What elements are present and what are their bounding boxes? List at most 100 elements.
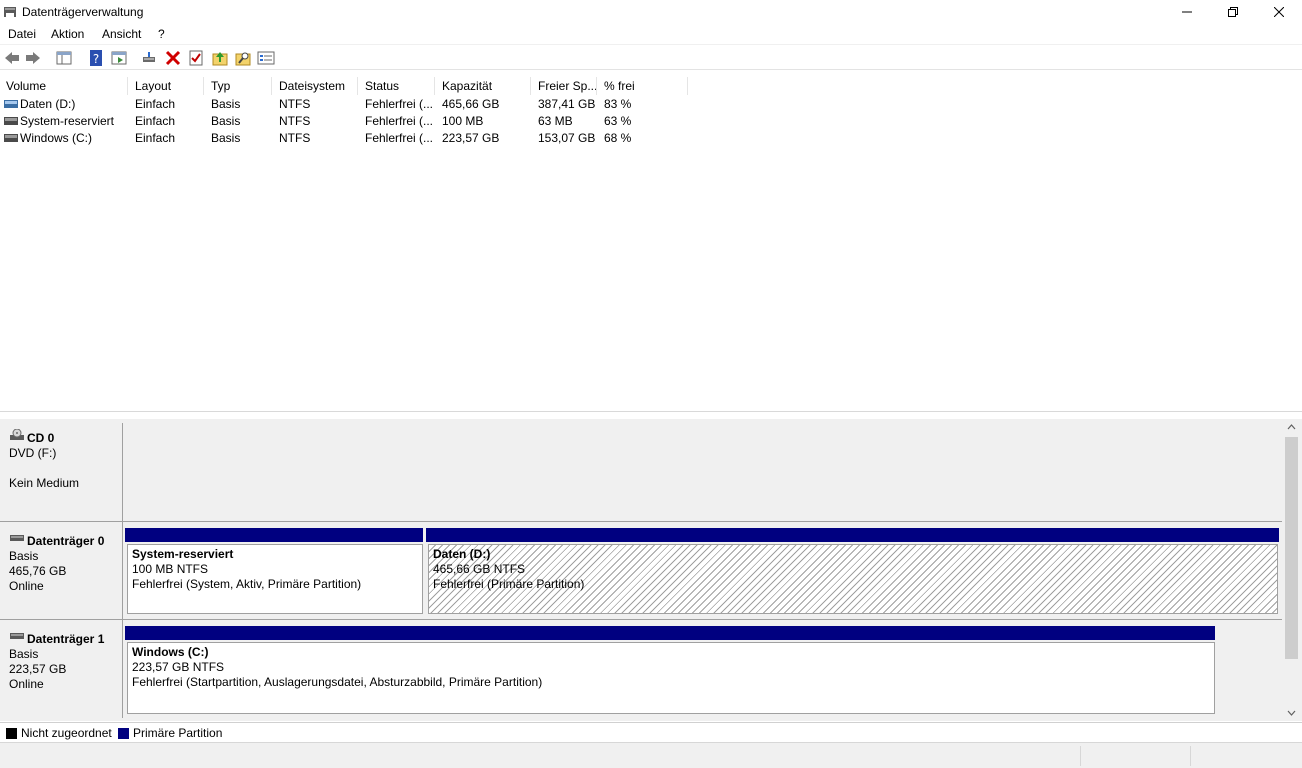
column-header-volume[interactable]: Volume bbox=[0, 77, 128, 95]
partition-daten[interactable]: Daten (D:) 465,66 GB NTFS Fehlerfrei (Pr… bbox=[426, 528, 1279, 616]
chevron-down-icon bbox=[1287, 710, 1296, 716]
disk0-partitions: System-reserviert 100 MB NTFS Fehlerfrei… bbox=[124, 522, 1282, 619]
up-icon[interactable] bbox=[211, 49, 229, 67]
volume-row[interactable]: System-reserviert Einfach Basis NTFS Feh… bbox=[0, 113, 700, 130]
column-header-dateisystem[interactable]: Dateisystem bbox=[273, 77, 358, 95]
column-header-freier-speicher[interactable]: Freier Sp... bbox=[532, 77, 597, 95]
partition-bar bbox=[125, 528, 423, 542]
column-header-layout[interactable]: Layout bbox=[129, 77, 204, 95]
cd-drive-icon bbox=[10, 429, 24, 440]
partition-body: Daten (D:) 465,66 GB NTFS Fehlerfrei (Pr… bbox=[428, 544, 1278, 614]
properties-icon[interactable] bbox=[110, 49, 128, 67]
cell-layout: Einfach bbox=[135, 97, 176, 111]
console-icon[interactable] bbox=[257, 49, 275, 67]
menu-ansicht[interactable]: Ansicht bbox=[102, 27, 141, 41]
connect-icon[interactable] bbox=[140, 49, 158, 67]
disk-label-cd0[interactable]: CD 0 DVD (F:) Kein Medium bbox=[3, 423, 123, 521]
column-header-kapazitaet[interactable]: Kapazität bbox=[436, 77, 531, 95]
minimize-button[interactable] bbox=[1164, 0, 1210, 24]
cell-status: Fehlerfrei (... bbox=[365, 114, 434, 128]
cell-layout: Einfach bbox=[135, 131, 176, 145]
scroll-up-button[interactable] bbox=[1283, 419, 1300, 435]
cell-kapazitaet: 465,66 GB bbox=[442, 97, 500, 111]
close-icon bbox=[1274, 7, 1284, 17]
restore-button[interactable] bbox=[1210, 0, 1256, 24]
menu-aktion[interactable]: Aktion bbox=[51, 27, 84, 41]
hard-disk-icon bbox=[10, 633, 24, 639]
cell-kapazitaet: 223,57 GB bbox=[442, 131, 500, 145]
partition-name: System-reserviert bbox=[132, 547, 234, 561]
disk-row-cd0: CD 0 DVD (F:) Kein Medium bbox=[0, 423, 1282, 521]
scroll-thumb[interactable] bbox=[1285, 437, 1298, 659]
cell-volume: Windows (C:) bbox=[20, 131, 93, 145]
disk-type: Basis bbox=[9, 647, 39, 661]
cd0-area bbox=[124, 423, 1282, 521]
volume-row[interactable]: Windows (C:) Einfach Basis NTFS Fehlerfr… bbox=[0, 130, 700, 147]
menu-bar: Datei Aktion Ansicht ? bbox=[0, 24, 1302, 45]
restore-icon bbox=[1228, 7, 1238, 17]
menu-datei[interactable]: Datei bbox=[8, 27, 36, 41]
cell-volume: Daten (D:) bbox=[20, 97, 76, 111]
legend-swatch-black bbox=[6, 727, 17, 739]
toolbar: ? bbox=[0, 45, 1302, 70]
disk-size: 465,76 GB bbox=[9, 564, 67, 578]
window-title: Datenträgerverwaltung bbox=[22, 5, 144, 19]
disk-map-scrollbar[interactable] bbox=[1283, 419, 1300, 721]
cell-layout: Einfach bbox=[135, 114, 176, 128]
disk-name: CD 0 bbox=[27, 431, 55, 445]
close-button[interactable] bbox=[1256, 0, 1302, 24]
cell-dateisystem: NTFS bbox=[279, 97, 311, 111]
menu-help[interactable]: ? bbox=[158, 27, 165, 41]
disk1-partitions: Windows (C:) 223,57 GB NTFS Fehlerfrei (… bbox=[124, 620, 1282, 718]
title-bar: Datenträgerverwaltung bbox=[0, 0, 1302, 24]
column-header-prozent-frei[interactable]: % frei bbox=[598, 77, 688, 95]
legend-label: Nicht zugeordnet bbox=[21, 726, 112, 740]
partition-windows[interactable]: Windows (C:) 223,57 GB NTFS Fehlerfrei (… bbox=[125, 626, 1217, 716]
hard-disk-icon bbox=[10, 535, 24, 541]
column-header-status[interactable]: Status bbox=[359, 77, 435, 95]
help-icon[interactable]: ? bbox=[87, 49, 105, 67]
partition-status: Fehlerfrei (Startpartition, Auslagerungs… bbox=[132, 675, 543, 689]
forward-icon[interactable] bbox=[24, 49, 42, 67]
partition-name: Daten (D:) bbox=[433, 547, 491, 561]
cell-typ: Basis bbox=[211, 114, 241, 128]
cell-prozent-frei: 83 % bbox=[604, 97, 632, 111]
disk-name: Datenträger 0 bbox=[27, 534, 105, 548]
minimize-icon bbox=[1182, 11, 1192, 13]
volume-list-header: Volume Layout Typ Dateisystem Status Kap… bbox=[0, 77, 1302, 95]
partition-body: System-reserviert 100 MB NTFS Fehlerfrei… bbox=[127, 544, 423, 614]
partition-status: Fehlerfrei (System, Aktiv, Primäre Parti… bbox=[132, 577, 362, 591]
partition-name: Windows (C:) bbox=[132, 645, 209, 659]
partition-size: 223,57 GB NTFS bbox=[132, 660, 225, 674]
legend-unallocated: Nicht zugeordnet bbox=[6, 726, 112, 740]
cell-freier-speicher: 153,07 GB bbox=[538, 131, 596, 145]
partition-size: 100 MB NTFS bbox=[132, 562, 209, 576]
column-header-typ[interactable]: Typ bbox=[205, 77, 272, 95]
scroll-down-button[interactable] bbox=[1283, 705, 1300, 721]
chevron-up-icon bbox=[1287, 424, 1296, 430]
cell-kapazitaet: 100 MB bbox=[442, 114, 484, 128]
delete-icon[interactable] bbox=[164, 49, 182, 67]
drive-letter: DVD (F:) bbox=[9, 446, 57, 460]
pane-splitter[interactable] bbox=[0, 411, 1302, 419]
disk-state: Online bbox=[9, 579, 44, 593]
partition-status: Fehlerfrei (Primäre Partition) bbox=[433, 577, 585, 591]
disk-state: Online bbox=[9, 677, 44, 691]
back-icon[interactable] bbox=[3, 49, 21, 67]
check-icon[interactable] bbox=[187, 49, 205, 67]
cell-typ: Basis bbox=[211, 97, 241, 111]
cell-prozent-frei: 63 % bbox=[604, 114, 632, 128]
show-hide-tree-icon[interactable] bbox=[55, 49, 73, 67]
search-icon[interactable] bbox=[234, 49, 252, 67]
cell-volume: System-reserviert bbox=[20, 114, 115, 128]
legend-label: Primäre Partition bbox=[133, 726, 223, 740]
partition-system-reserviert[interactable]: System-reserviert 100 MB NTFS Fehlerfrei… bbox=[125, 528, 424, 616]
disk-label-disk1[interactable]: Datenträger 1 Basis 223,57 GB Online bbox=[3, 620, 123, 718]
svg-text:?: ? bbox=[93, 52, 99, 66]
volume-row[interactable]: Daten (D:) Einfach Basis NTFS Fehlerfrei… bbox=[0, 96, 700, 113]
disk-map: CD 0 DVD (F:) Kein Medium Datenträger 0 … bbox=[0, 419, 1302, 721]
cell-prozent-frei: 68 % bbox=[604, 131, 632, 145]
disk-label-disk0[interactable]: Datenträger 0 Basis 465,76 GB Online bbox=[3, 522, 123, 619]
cell-typ: Basis bbox=[211, 131, 241, 145]
legend-primary-partition: Primäre Partition bbox=[118, 726, 222, 740]
